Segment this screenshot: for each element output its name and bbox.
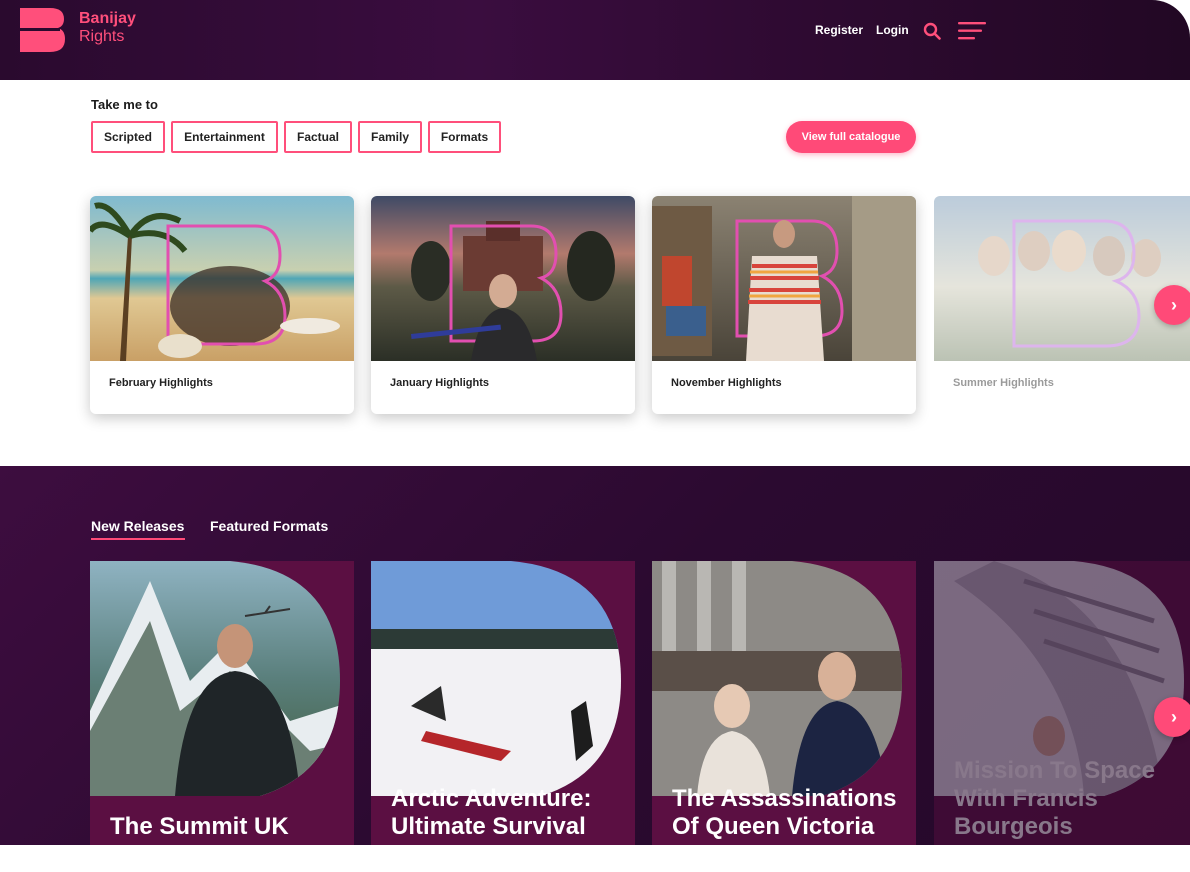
chip-scripted[interactable]: Scripted xyxy=(91,121,165,153)
chevron-right-icon: › xyxy=(1171,294,1177,315)
release-title: Mission To Space With Francis Bourgeois xyxy=(954,757,1155,840)
banijay-logo-icon[interactable] xyxy=(20,8,65,52)
chip-factual[interactable]: Factual xyxy=(284,121,352,153)
brand-line2: Rights xyxy=(79,28,125,45)
brand-wordmark[interactable]: Banijay Rights xyxy=(79,10,136,46)
view-full-catalogue-button[interactable]: View full catalogue xyxy=(786,121,916,153)
active-tab-indicator xyxy=(91,538,185,540)
release-card-arctic[interactable]: Arctic Adventure: Ultimate Survival xyxy=(371,561,635,845)
highlights-next-button[interactable]: › xyxy=(1154,285,1190,325)
chip-entertainment[interactable]: Entertainment xyxy=(171,121,278,153)
chip-family[interactable]: Family xyxy=(358,121,422,153)
highlight-label: February Highlights xyxy=(109,377,213,389)
highlight-image-november xyxy=(652,196,916,361)
highlight-card-summer[interactable]: Summer Highlights xyxy=(934,196,1190,414)
highlight-image-february xyxy=(90,196,354,361)
tab-new-releases[interactable]: New Releases xyxy=(91,518,184,534)
highlight-card-january[interactable]: January Highlights xyxy=(371,196,635,414)
chevron-right-icon: › xyxy=(1171,706,1177,727)
highlight-card-november[interactable]: November Highlights xyxy=(652,196,916,414)
highlight-label: Summer Highlights xyxy=(953,377,1054,389)
release-card-summit[interactable]: The Summit UK xyxy=(90,561,354,845)
release-image-summit xyxy=(90,561,340,796)
login-link[interactable]: Login xyxy=(876,23,909,37)
brand-line1: Banijay xyxy=(79,10,136,27)
highlight-image-january xyxy=(371,196,635,361)
page-frame: Banijay Rights Register Login Take me to… xyxy=(0,0,1190,845)
release-card-mission-to-space[interactable]: Mission To Space With Francis Bourgeois xyxy=(934,561,1190,845)
highlight-card-february[interactable]: February Highlights xyxy=(90,196,354,414)
take-me-to-heading: Take me to xyxy=(91,97,158,112)
release-title: The Assassinations Of Queen Victoria xyxy=(672,785,897,840)
site-header: Banijay Rights Register Login xyxy=(0,0,1190,80)
chip-formats[interactable]: Formats xyxy=(428,121,501,153)
search-icon[interactable] xyxy=(923,22,941,40)
release-title: The Summit UK xyxy=(110,813,289,840)
release-card-victoria[interactable]: The Assassinations Of Queen Victoria xyxy=(652,561,916,845)
release-title: Arctic Adventure: Ultimate Survival xyxy=(391,785,592,840)
highlight-image-summer xyxy=(934,196,1190,361)
highlight-label: November Highlights xyxy=(671,377,782,389)
menu-icon[interactable] xyxy=(958,21,986,41)
new-releases-section: New Releases Featured Formats The Summit… xyxy=(0,466,1190,845)
register-link[interactable]: Register xyxy=(815,23,863,37)
tab-featured-formats[interactable]: Featured Formats xyxy=(210,518,328,534)
highlight-label: January Highlights xyxy=(390,377,490,389)
releases-next-button[interactable]: › xyxy=(1154,697,1190,737)
